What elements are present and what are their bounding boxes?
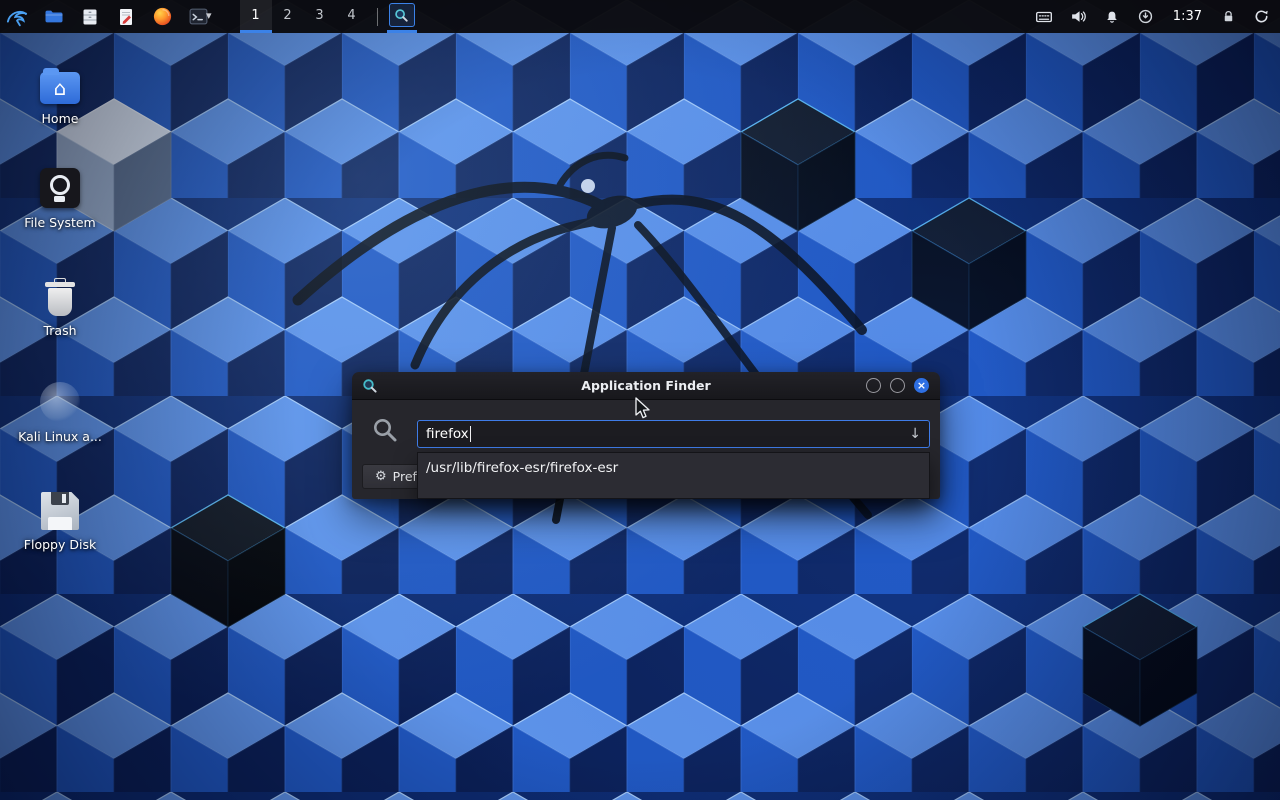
file-manager-icon[interactable] [42,4,66,30]
workspace-1-label: 1 [251,8,259,23]
search-input[interactable]: firefox ↓ [417,420,930,448]
window-title: Application Finder [352,378,940,393]
kali-menu-icon[interactable] [6,4,30,30]
search-icon [371,416,399,448]
desktop-icon-label: Trash [12,324,108,338]
text-editor-icon[interactable] [114,4,138,30]
session-restart-icon[interactable] [1253,8,1270,25]
desktop-icon-floppy-disk[interactable]: Floppy Disk [12,482,108,552]
workspace-4-button[interactable]: 4 [336,0,368,33]
window-controls: × [866,378,929,393]
lock-icon[interactable] [1221,9,1236,24]
panel-separator [377,8,378,26]
workspace-3-button[interactable]: 3 [304,0,336,33]
floppy-disk-icon [41,492,79,530]
terminal-menu-chevron-icon[interactable]: ▾ [206,9,212,22]
workspace-4-label: 4 [347,8,355,23]
application-finder-window: Application Finder × firefox ↓ ⚙ Prefere… [352,372,940,498]
search-input-value: firefox [426,426,469,442]
workspace-3-label: 3 [315,8,323,23]
desktop-icon-label: Home [12,112,108,126]
desktop-icon-kali-linux[interactable]: Kali Linux a... [12,374,108,444]
text-caret [470,426,472,442]
trash-can-icon [45,278,75,316]
status-icon[interactable] [1137,8,1154,25]
application-finder-taskbar-icon [394,8,409,23]
desktop-icon-label: Floppy Disk [12,538,108,552]
minimize-button[interactable] [866,378,881,393]
workspace-2-label: 2 [283,8,291,23]
home-folder-icon: ⌂ [40,72,80,104]
desktop-icon-file-system[interactable]: File System [12,160,108,230]
dragon-eye-highlight [581,179,595,193]
volume-icon[interactable] [1070,8,1087,25]
finder-titlebar[interactable]: Application Finder × [352,372,940,400]
desktop-icon-trash[interactable]: Trash [12,268,108,338]
keyboard-icon[interactable] [1035,8,1053,26]
completion-popup: /usr/lib/firefox-esr/firefox-esr [417,452,930,499]
workspace-2-button[interactable]: 2 [272,0,304,33]
finder-body: firefox ↓ ⚙ Preferences /usr/lib/firefox… [352,400,940,499]
entry-dropdown-arrow-icon[interactable]: ↓ [909,426,921,442]
close-button[interactable]: × [914,378,929,393]
workspace-1-button[interactable]: 1 [240,0,272,33]
desktop-icon-label: File System [12,216,108,230]
maximize-button[interactable] [890,378,905,393]
system-tray: 1:37 [1035,8,1270,26]
clock[interactable]: 1:37 [1173,9,1202,24]
kali-disc-icon [40,382,80,422]
close-icon: × [917,380,926,391]
desktop-icon-home[interactable]: ⌂ Home [12,56,108,126]
drive-icon [40,168,80,208]
firefox-icon[interactable] [150,4,174,30]
desktop-icon-label: Kali Linux a... [12,430,108,444]
top-panel: ▾ 1 2 3 4 [0,0,1280,33]
house-icon: ⌂ [54,76,67,100]
application-finder-icon [362,378,378,394]
completion-item[interactable]: /usr/lib/firefox-esr/firefox-esr [418,453,929,483]
notifications-bell-icon[interactable] [1104,9,1120,25]
files-icon[interactable] [78,4,102,30]
taskbar-application-finder-button[interactable] [387,0,417,33]
gear-icon: ⚙ [375,469,387,484]
